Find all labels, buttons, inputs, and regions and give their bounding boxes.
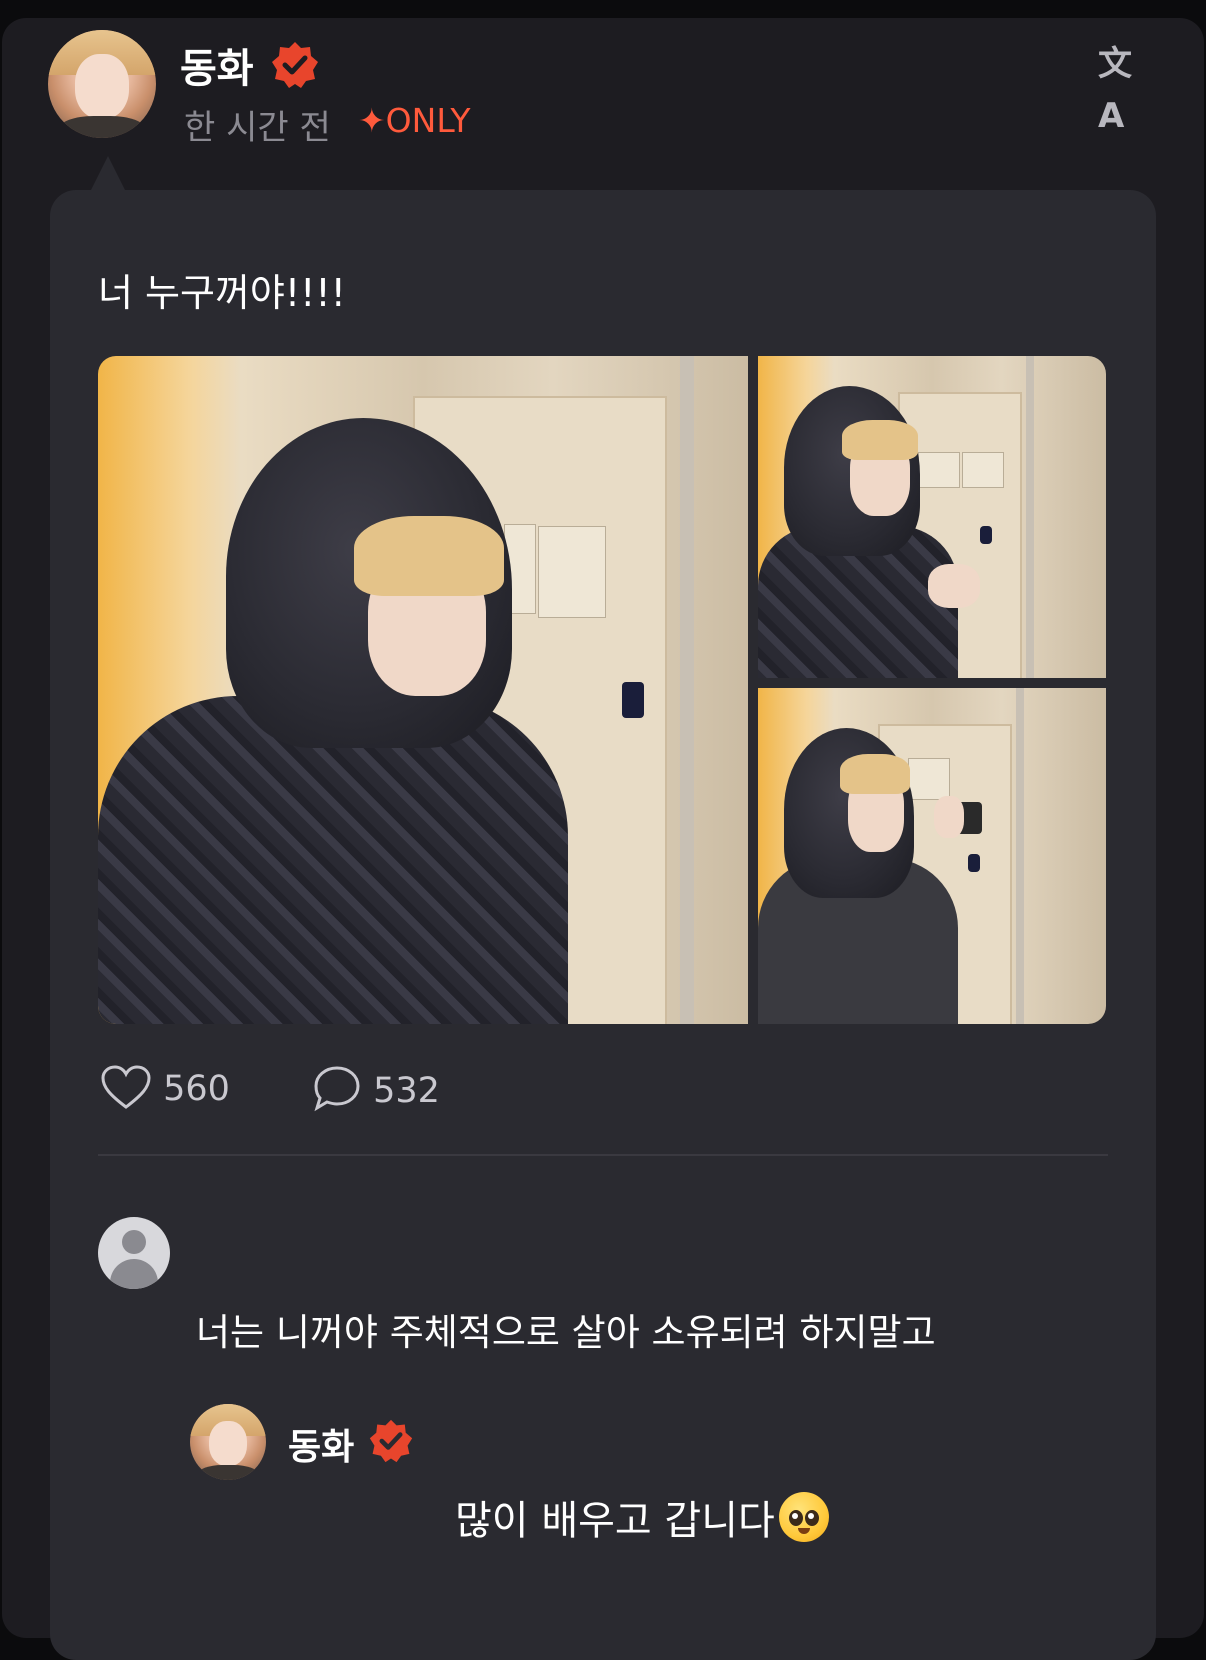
author-avatar[interactable]	[48, 30, 156, 138]
photo-bottom-right[interactable]	[758, 688, 1106, 1024]
pleading-face-emoji-icon	[778, 1492, 829, 1542]
heart-icon	[101, 1065, 151, 1109]
comment-button[interactable]: 532	[312, 1064, 440, 1112]
like-button[interactable]: 560	[100, 1064, 230, 1110]
verified-badge-icon	[272, 42, 318, 88]
reply-text-content: 많이 배우고 갑니다	[455, 1498, 775, 1544]
divider	[98, 1154, 1108, 1156]
comment-icon	[314, 1066, 360, 1112]
photo-grid	[98, 356, 1106, 1024]
verified-badge-icon	[369, 1419, 413, 1463]
post-text: 너 누구꺼야!!!!	[98, 271, 346, 315]
reply-author-avatar[interactable]	[190, 1404, 266, 1480]
sparkle-icon: ✦	[358, 101, 386, 140]
author-name[interactable]: 동화	[180, 36, 254, 94]
photo-top-right[interactable]	[758, 356, 1106, 678]
only-badge: ✦ONLY	[358, 101, 470, 140]
comment-count: 532	[373, 1071, 440, 1111]
bubble-tail	[90, 156, 126, 192]
comment-text: 너는 니꺼야 주체적으로 살아 소유되려 하지말고	[196, 1311, 936, 1354]
translate-icon[interactable]: 文A	[1098, 38, 1150, 136]
only-label: ONLY	[385, 101, 471, 140]
reply-author-name[interactable]: 동화	[288, 1418, 354, 1470]
like-count: 560	[163, 1069, 230, 1109]
reply-text: 많이 배우고 갑니다	[455, 1488, 829, 1546]
commenter-avatar[interactable]	[98, 1217, 170, 1289]
photo-large[interactable]	[98, 356, 748, 1024]
post-time: 한 시간 전	[184, 108, 331, 148]
